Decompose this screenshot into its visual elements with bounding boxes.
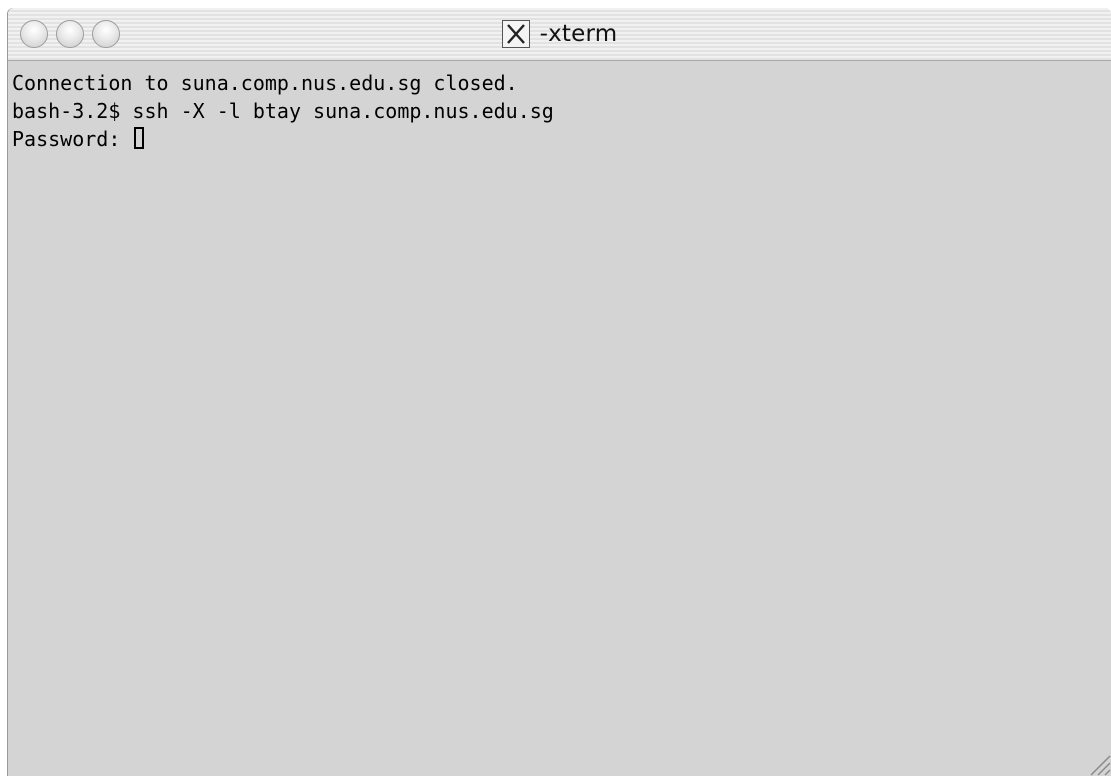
password-prompt: Password: [12,127,133,151]
window-title-group: -xterm [8,8,1111,60]
title-bar[interactable]: -xterm [8,8,1111,61]
text-cursor[interactable] [134,127,145,149]
terminal-output[interactable]: Connection to suna.comp.nus.edu.sg close… [8,61,1111,776]
terminal-line: Connection to suna.comp.nus.edu.sg close… [12,71,518,95]
xterm-window: -xterm Connection to suna.comp.nus.edu.s… [8,8,1111,776]
terminal-line: bash-3.2$ ssh -X -l btay suna.comp.nus.e… [12,99,554,123]
window-title: -xterm [539,21,618,47]
resize-grip-icon[interactable] [1081,746,1111,776]
x11-icon [501,20,530,48]
terminal-prompt-line: Password: [12,125,1111,153]
